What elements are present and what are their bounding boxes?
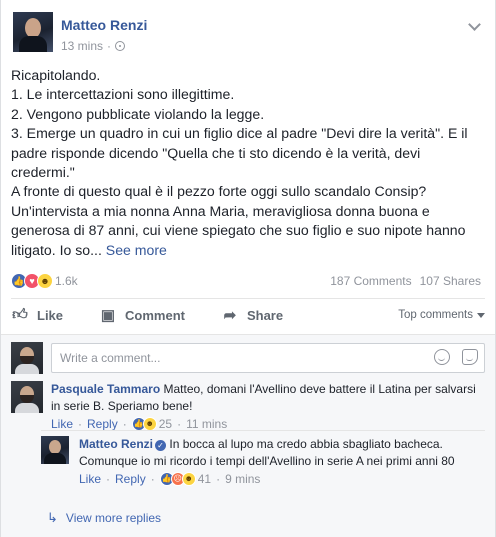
reply-author-avatar[interactable]: [41, 436, 69, 464]
reply-reply-link[interactable]: Reply: [115, 471, 146, 488]
reactions-summary: 👍 ♥ ☻ 1.6k 187 Comments 107 Shares: [11, 270, 481, 292]
view-more-replies-label: View more replies: [65, 511, 162, 525]
reply-reactions[interactable]: 👍 ☹ ☻: [159, 472, 196, 487]
post-options-chevron-icon[interactable]: [468, 18, 481, 31]
comment-content: Pasquale Tammaro Matteo, domani l'Avelli…: [51, 381, 481, 414]
post-paragraph: 2. Vengono pubblicate violando la legge.: [11, 105, 265, 122]
share-label: Share: [246, 307, 284, 323]
top-comments-dropdown[interactable]: Top comments: [398, 309, 485, 321]
avatar-face: [25, 18, 41, 38]
comment-label: Comment: [125, 307, 185, 323]
author-avatar[interactable]: [13, 12, 53, 52]
comment-button[interactable]: ▣ Comment: [99, 306, 185, 324]
comments-section: Write a comment... Pasquale Tammaro Matt…: [1, 334, 495, 537]
divider: [11, 298, 485, 299]
reply-item: Matteo Renzi ✓ In bocca al lupo ma credo …: [79, 436, 479, 488]
reply-arrow-icon: ↳: [47, 510, 58, 525]
avatar-shirt: [15, 403, 39, 413]
verified-badge-icon: ✓: [155, 440, 167, 451]
post-card: Matteo Renzi 13 mins · Ricapitolando. 1.…: [0, 0, 496, 537]
dot-separator: ·: [216, 472, 221, 486]
comment-input-placeholder: Write a comment...: [60, 351, 161, 365]
reaction-icons[interactable]: 👍 ♥ ☻: [11, 273, 53, 289]
caret-down-icon: [477, 312, 485, 318]
haha-reaction-icon: ☻: [181, 472, 196, 487]
comment-composer: Write a comment...: [11, 341, 485, 375]
like-label: Like: [37, 307, 64, 323]
reply-reaction-count: 41: [197, 472, 212, 486]
speech-bubble-icon: ▣: [100, 307, 116, 324]
shares-count[interactable]: 107 Shares: [420, 274, 481, 288]
post-paragraph: 3. Emerge un quadro in cui un figlio dic…: [11, 125, 468, 181]
reply-time[interactable]: 9 mins: [225, 471, 260, 488]
dot-separator: ·: [150, 472, 155, 486]
post-header: Matteo Renzi 13 mins ·: [13, 12, 483, 58]
dot-separator: ·: [106, 472, 111, 486]
avatar-shirt: [15, 364, 39, 374]
composer-icons: [434, 349, 478, 365]
avatar-suit: [44, 453, 66, 464]
see-more-link[interactable]: See more: [106, 242, 167, 258]
top-comments-label: Top comments: [398, 309, 473, 321]
current-user-avatar[interactable]: [11, 342, 43, 374]
reply-divider: [41, 430, 485, 431]
sticker-icon[interactable]: [462, 349, 478, 365]
meta-separator: ·: [107, 39, 112, 53]
comments-count[interactable]: 187 Comments: [330, 274, 411, 288]
comment-input[interactable]: Write a comment...: [51, 343, 485, 373]
globe-icon[interactable]: [115, 41, 126, 51]
avatar-face: [49, 440, 61, 454]
emoji-icon[interactable]: [434, 349, 450, 365]
post-paragraph-text: A fronte di questo qual è il pezzo forte…: [11, 183, 466, 258]
reply-author[interactable]: Matteo Renzi: [79, 437, 153, 451]
comment-author[interactable]: Pasquale Tammaro: [51, 382, 160, 396]
reply-like-link[interactable]: Like: [79, 471, 101, 488]
reply-content: Matteo Renzi ✓ In bocca al lupo ma credo …: [79, 436, 479, 469]
post-paragraph: Ricapitolando.: [11, 67, 101, 83]
post-action-bar: 👍︎ Like ▣ Comment ➦ Share Top comments: [11, 300, 485, 330]
engagement-counts: 187 Comments 107 Shares: [330, 274, 481, 288]
post-paragraph: 1. Le intercettazioni sono illegittime.: [11, 86, 235, 103]
post-meta: 13 mins ·: [61, 39, 126, 53]
view-more-replies-link[interactable]: ↳ View more replies: [47, 510, 161, 526]
commenter-avatar[interactable]: [11, 381, 43, 413]
post-author-name[interactable]: Matteo Renzi: [61, 17, 147, 33]
haha-reaction-icon: ☻: [37, 273, 53, 289]
avatar-suit: [19, 36, 47, 52]
reactions-count[interactable]: 1.6k: [55, 274, 78, 288]
comment-item: Pasquale Tammaro Matteo, domani l'Avelli…: [51, 381, 481, 433]
reply-actions: Like · Reply · 👍 ☹ ☻ 41 · 9 mins: [79, 471, 479, 488]
post-timestamp[interactable]: 13 mins: [61, 39, 103, 53]
post-paragraph-last: A fronte di questo qual è il pezzo forte…: [11, 182, 487, 260]
avatar-beard: [20, 356, 34, 364]
share-button[interactable]: ➦ Share: [221, 306, 283, 324]
share-arrow-icon: ➦: [223, 307, 237, 324]
avatar-beard: [20, 395, 34, 403]
like-button[interactable]: 👍︎ Like: [11, 306, 63, 324]
post-body: Ricapitolando. 1. Le intercettazioni son…: [11, 66, 487, 260]
thumbs-up-icon: 👍︎: [12, 306, 28, 323]
